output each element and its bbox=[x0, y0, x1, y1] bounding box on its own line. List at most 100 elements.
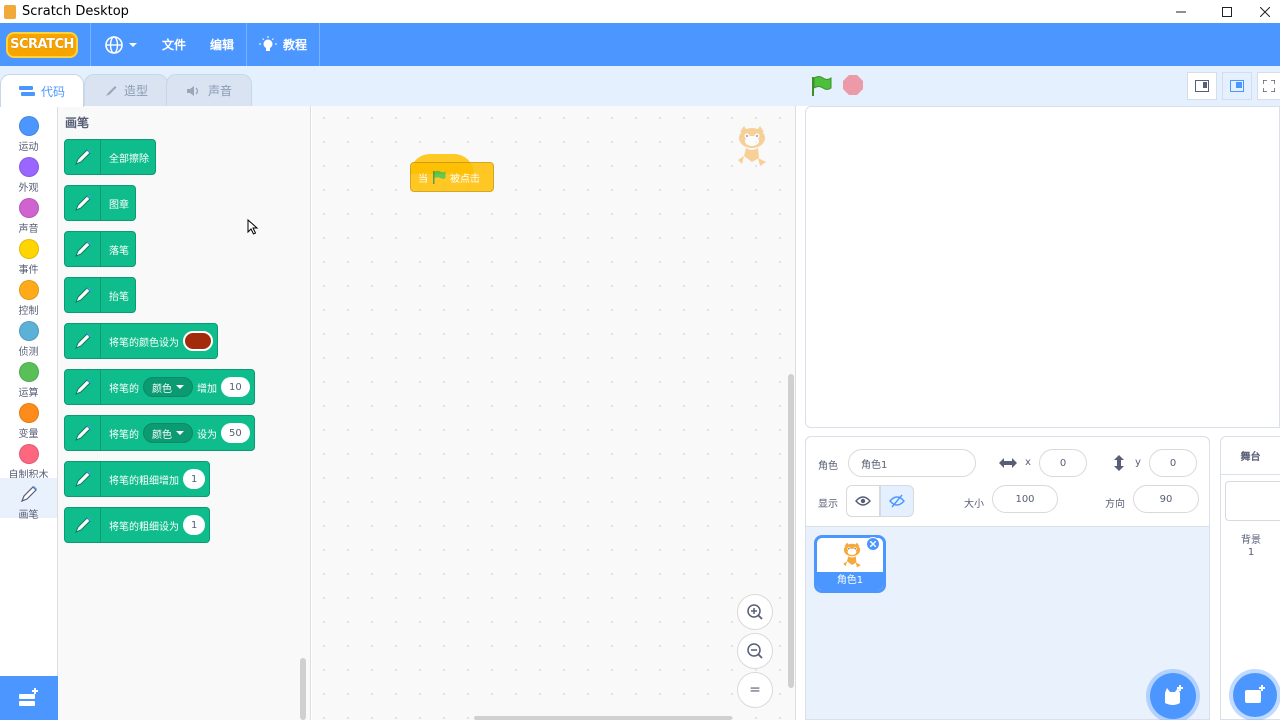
block-label: 将笔的颜色设为 bbox=[109, 337, 179, 349]
block-pen-down[interactable]: 落笔 bbox=[64, 231, 136, 267]
backdrops-label: 背景 bbox=[1241, 535, 1261, 546]
direction-input[interactable]: 90 bbox=[1133, 485, 1199, 513]
normal-stage-button[interactable] bbox=[1222, 72, 1252, 100]
block-set-pen-size[interactable]: 将笔的粗细设为 1 bbox=[64, 507, 211, 543]
speaker-icon bbox=[186, 85, 199, 96]
block-stamp[interactable]: 图章 bbox=[64, 185, 136, 221]
param-dropdown[interactable]: 颜色 bbox=[143, 377, 193, 397]
color-picker-input[interactable] bbox=[183, 331, 213, 351]
category-motion[interactable]: 运动 bbox=[0, 110, 57, 153]
small-stage-button[interactable] bbox=[1187, 72, 1217, 100]
category-sensing[interactable]: 侦测 bbox=[0, 315, 57, 358]
stop-button[interactable] bbox=[843, 75, 863, 95]
sprite-info: 角色 角色1 x 0 y 0 显示 大小 100 方向 90 bbox=[806, 437, 1209, 527]
workspace-horizontal-scrollbar[interactable] bbox=[474, 716, 732, 720]
tab-code[interactable]: 代码 bbox=[0, 74, 84, 107]
category-events[interactable]: 事件 bbox=[0, 233, 57, 276]
block-label: 将笔的 bbox=[109, 429, 139, 441]
block-palette: 画笔 全部擦除 图章 落笔 抬笔 将笔的颜色设为 将笔的 颜色 增加 10 将笔… bbox=[58, 106, 311, 720]
block-label: 全部擦除 bbox=[109, 153, 149, 165]
fullscreen-button[interactable] bbox=[1257, 72, 1280, 100]
category-variables[interactable]: 变量 bbox=[0, 397, 57, 440]
block-clear[interactable]: 全部擦除 bbox=[64, 139, 156, 175]
maximize-button[interactable] bbox=[1204, 0, 1250, 23]
minimize-icon bbox=[1176, 11, 1186, 12]
stage-canvas[interactable] bbox=[805, 106, 1280, 428]
choose-sprite-button[interactable] bbox=[1150, 673, 1196, 719]
green-flag-icon[interactable] bbox=[810, 76, 832, 96]
number-input[interactable]: 1 bbox=[183, 515, 206, 535]
category-sound[interactable]: 声音 bbox=[0, 192, 57, 235]
category-operators[interactable]: 运算 bbox=[0, 356, 57, 399]
zoom-out-button[interactable] bbox=[737, 633, 773, 669]
zoom-reset-button[interactable]: = bbox=[737, 672, 773, 708]
tab-sounds[interactable]: 声音 bbox=[166, 74, 252, 106]
maximize-icon bbox=[1222, 6, 1232, 17]
minimize-button[interactable] bbox=[1158, 0, 1204, 23]
block-set-pen-param[interactable]: 将笔的 颜色 设为 50 bbox=[64, 415, 255, 451]
horizontal-arrows-icon bbox=[999, 458, 1017, 468]
x-input[interactable]: 0 bbox=[1039, 449, 1087, 477]
add-extension-icon bbox=[19, 688, 38, 706]
mouse-cursor-icon bbox=[247, 219, 259, 235]
delete-sprite-button[interactable] bbox=[866, 537, 880, 551]
block-label: 将笔的粗细设为 bbox=[109, 521, 179, 533]
operators-dot-icon bbox=[18, 362, 39, 382]
tutorials-menu[interactable]: 教程 bbox=[247, 23, 319, 66]
app-icon bbox=[4, 4, 16, 19]
tab-sounds-label: 声音 bbox=[207, 84, 232, 98]
category-control[interactable]: 控制 bbox=[0, 274, 57, 317]
choose-backdrop-button[interactable] bbox=[1233, 673, 1277, 717]
block-label: 抬笔 bbox=[109, 291, 129, 303]
chevron-down-icon bbox=[129, 42, 137, 47]
scratch-logo[interactable]: SCRATCH bbox=[6, 31, 78, 58]
hat-body: 当 被点击 bbox=[410, 162, 494, 192]
editor-tabs: 代码 造型 声音 bbox=[0, 66, 1280, 107]
edit-menu[interactable]: 编辑 bbox=[198, 23, 246, 66]
block-label: 将笔的粗细增加 bbox=[109, 475, 179, 487]
number-input[interactable]: 1 bbox=[183, 469, 206, 489]
add-extension-button[interactable] bbox=[0, 676, 58, 720]
menu-divider bbox=[319, 23, 321, 66]
number-input[interactable]: 10 bbox=[221, 377, 250, 397]
my-blocks-dot-icon bbox=[18, 444, 39, 464]
size-label: 大小 bbox=[964, 499, 984, 510]
backdrop-thumbnail[interactable] bbox=[1225, 481, 1280, 521]
add-backdrop-icon bbox=[1245, 685, 1265, 703]
show-sprite-button[interactable] bbox=[846, 485, 880, 517]
block-label: 落笔 bbox=[109, 245, 129, 257]
x-label: x bbox=[1025, 457, 1031, 468]
language-menu[interactable] bbox=[91, 23, 150, 66]
workspace-vertical-scrollbar[interactable] bbox=[788, 374, 794, 688]
close-button[interactable] bbox=[1250, 0, 1280, 23]
y-input[interactable]: 0 bbox=[1149, 449, 1197, 477]
dropdown-value: 颜色 bbox=[152, 383, 172, 395]
palette-scrollbar[interactable] bbox=[300, 658, 306, 720]
block-set-pen-color[interactable]: 将笔的颜色设为 bbox=[64, 323, 218, 359]
small-stage-icon bbox=[1195, 80, 1209, 92]
stage-target-pane[interactable]: 舞台 背景 1 bbox=[1220, 436, 1280, 720]
category-looks[interactable]: 外观 bbox=[0, 151, 57, 194]
hide-sprite-button[interactable] bbox=[880, 485, 914, 517]
zoom-in-button[interactable] bbox=[737, 594, 773, 630]
block-pen-up[interactable]: 抬笔 bbox=[64, 277, 136, 313]
block-change-pen-param[interactable]: 将笔的 颜色 增加 10 bbox=[64, 369, 255, 405]
number-input[interactable]: 50 bbox=[221, 423, 250, 443]
zoom-reset-icon: = bbox=[749, 682, 761, 698]
y-label: y bbox=[1135, 457, 1141, 468]
sprite-name-input[interactable]: 角色1 bbox=[848, 449, 976, 477]
window-title: Scratch Desktop bbox=[22, 4, 129, 19]
param-dropdown[interactable]: 颜色 bbox=[143, 423, 193, 443]
category-my-blocks[interactable]: 自制积木 bbox=[0, 438, 57, 481]
sprite-pane: 角色 角色1 x 0 y 0 显示 大小 100 方向 90 角色1 bbox=[805, 436, 1210, 720]
script-workspace[interactable]: 当 被点击 = bbox=[312, 106, 796, 720]
size-input[interactable]: 100 bbox=[992, 485, 1058, 513]
stage-pane-title: 舞台 bbox=[1221, 437, 1280, 475]
tab-costumes[interactable]: 造型 bbox=[84, 74, 168, 106]
file-menu[interactable]: 文件 bbox=[150, 23, 198, 66]
pen-extension-icon bbox=[65, 232, 101, 266]
block-change-pen-size[interactable]: 将笔的粗细增加 1 bbox=[64, 461, 211, 497]
category-pen[interactable]: 画笔 bbox=[0, 478, 57, 521]
eye-icon bbox=[855, 496, 871, 506]
when-flag-clicked-block[interactable]: 当 被点击 bbox=[410, 154, 494, 192]
